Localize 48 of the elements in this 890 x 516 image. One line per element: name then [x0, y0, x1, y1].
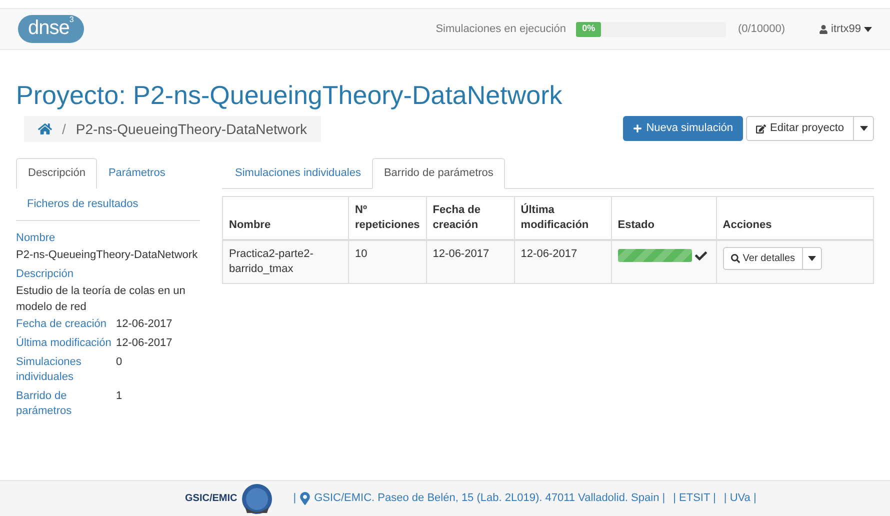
caret-icon: [808, 256, 816, 261]
user-icon: [819, 24, 828, 34]
simulation-count: (0/10000): [738, 22, 786, 37]
footer-address: GSIC/EMIC. Paseo de Belén, 15 (Lab. 2L019). 47011 Valladolid. Spain |: [314, 491, 666, 506]
table-cell: 10: [348, 240, 426, 284]
home-icon[interactable]: [38, 122, 52, 136]
detail-value: 0: [116, 355, 122, 370]
progress-fill: 0%: [576, 22, 602, 36]
page-title: Proyecto: P2-ns-QueueingTheory-DataNetwork: [16, 79, 564, 112]
detail-value: 12-06-2017: [116, 336, 172, 351]
detail-label: Descripción: [16, 267, 74, 282]
table-cell: 12-06-2017: [426, 240, 514, 284]
edit-icon: [756, 124, 766, 134]
table-cell: 12-06-2017: [514, 240, 612, 284]
running-label: Simulaciones en ejecución: [436, 22, 566, 37]
new-simulation-button[interactable]: Nueva simulación: [623, 116, 744, 141]
breadcrumb-separator: /: [62, 120, 66, 138]
detail-label: Última modificación: [16, 336, 112, 351]
table-cell: Practica2-parte2-barrido_tmax: [222, 240, 348, 284]
tab[interactable]: Simulaciones individuales: [224, 158, 372, 189]
detail-label: Fecha de creación: [16, 317, 108, 332]
user-menu[interactable]: itrtx99: [819, 20, 872, 38]
footer-logo: GSIC/EMIC: [185, 492, 238, 506]
edit-project-button[interactable]: Editar proyecto: [746, 116, 854, 141]
tab[interactable]: Ficheros de resultados: [16, 189, 150, 220]
footer-link[interactable]: | ETSIT |: [673, 490, 716, 507]
tab[interactable]: Barrido de parámetros: [372, 158, 506, 189]
tab[interactable]: Parámetros: [97, 158, 176, 189]
plus-icon: [633, 124, 642, 133]
detail-value: P2-ns-QueueingTheory-DataNetwork: [16, 248, 199, 263]
tab[interactable]: Descripción: [16, 158, 98, 189]
view-details-button[interactable]: Ver detalles: [722, 247, 804, 270]
caret-icon: [860, 126, 868, 131]
group-seal-drawing: [241, 482, 274, 514]
footer-separator: |: [293, 491, 296, 506]
location-icon: [300, 492, 310, 505]
detail-value: 12-06-2017: [116, 317, 172, 332]
dropdown-toggle[interactable]: [803, 247, 822, 270]
caret-icon: [864, 26, 872, 32]
detail-label: Nombre: [16, 231, 56, 246]
detail-value: Estudio de la teoría de colas en un modelo de red: [16, 284, 186, 315]
detail-label: Simulaciones individuales: [16, 355, 82, 385]
dropdown-toggle[interactable]: [854, 116, 874, 141]
detail-value: 1: [116, 389, 122, 404]
detail-label: Barrido de parámetros: [16, 389, 73, 419]
breadcrumb-item: P2-ns-QueueingTheory-DataNetwork: [76, 120, 307, 139]
search-icon: [730, 254, 740, 263]
footer-link[interactable]: | UVa |: [724, 490, 756, 507]
